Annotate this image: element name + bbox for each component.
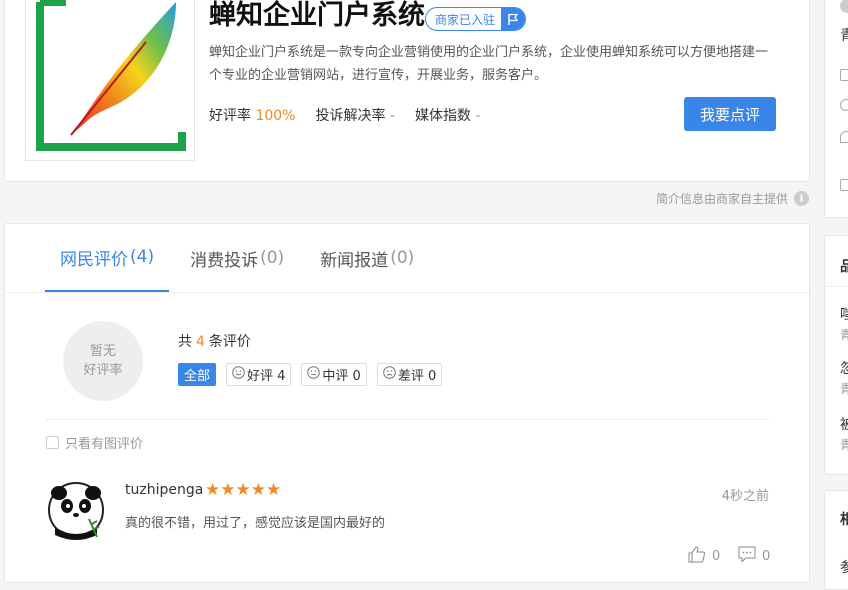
sidebar-products-card: 品 嗤 青 忽 青 被 青: [824, 235, 848, 475]
sidebar-product-item[interactable]: 忽: [840, 358, 848, 378]
company-description: 蝉知企业门户系统是一款专向企业营销使用的企业门户系统，企业使用蝉知系统可以方便地…: [209, 45, 769, 83]
filter-all[interactable]: 全部: [178, 363, 217, 386]
sidebar-related-item[interactable]: 参: [840, 557, 848, 577]
star-icon: ★: [235, 480, 251, 500]
image-only-checkbox[interactable]: [46, 436, 59, 449]
sad-face-icon: [383, 366, 396, 383]
review-filters: 全部 好评 4 中评 0 差评 0: [178, 363, 443, 386]
sidebar-product-item[interactable]: 被: [840, 414, 848, 434]
avatar[interactable]: [45, 479, 107, 541]
briefcase-icon: [840, 69, 848, 81]
image-only-filter[interactable]: 只看有图评价: [46, 433, 143, 452]
filter-negative[interactable]: 差评 0: [376, 363, 443, 386]
neutral-face-icon: [307, 366, 321, 383]
info-icon[interactable]: i: [794, 191, 810, 206]
sidebar-card-title: 青: [840, 25, 848, 45]
thumbs-up-icon: [688, 546, 706, 567]
comment-icon: [738, 546, 756, 567]
complaint-rate-stat: 投诉解决率 -: [315, 108, 395, 124]
verified-badge[interactable]: 商家已入驻: [425, 7, 527, 31]
company-stats: 好评率 100% 投诉解决率 - 媒体指数 -: [209, 105, 481, 125]
smile-face-icon: [232, 366, 245, 383]
like-button[interactable]: 0: [688, 546, 720, 567]
review-text: 真的很不错，用过了，感觉应该是国内最好的: [125, 516, 386, 531]
sidebar-products-title: 品: [840, 256, 848, 276]
review-item: tuzhipenga ★★★★★ 4秒之前 真的很不错，用过了，感觉应该是国内最…: [45, 474, 775, 584]
filter-neutral[interactable]: 中评 0: [301, 363, 367, 386]
rating-circle: 暂无 好评率: [63, 321, 143, 401]
tab-user-reviews[interactable]: 网民评价 (4): [45, 224, 170, 292]
sidebar-related-title: 相: [840, 509, 848, 529]
review-username[interactable]: tuzhipenga: [125, 482, 203, 498]
avatar-icon: [840, 0, 848, 13]
tabs-divider: [5, 292, 809, 293]
company-name: 蝉知企业门户系统: [209, 0, 425, 31]
filter-positive[interactable]: 好评 4: [226, 363, 292, 386]
star-icon: ★: [266, 480, 282, 500]
sidebar-company-card: 青: [824, 0, 848, 218]
good-rate-stat: 好评率 100%: [209, 108, 296, 124]
comment-button[interactable]: 0: [738, 546, 770, 567]
company-logo: [25, 0, 195, 161]
verified-badge-label: 商家已入驻: [435, 12, 496, 27]
media-index-stat: 媒体指数 -: [415, 108, 481, 124]
star-icon: ★: [250, 480, 266, 500]
section-divider: [45, 419, 769, 420]
sidebar-divider: [825, 286, 848, 287]
tab-complaints[interactable]: 消费投诉 (0): [175, 224, 299, 292]
company-card: 蝉知企业门户系统 商家已入驻 蝉知企业门户系统是一款专向企业营销使用的企业门户系…: [4, 0, 810, 182]
edit-icon: [840, 179, 848, 191]
review-card: 网民评价 (4) 消费投诉 (0) 新闻报道 (0) 暂无 好评率 共 4 条评价 全部 …: [4, 223, 810, 583]
star-icon: ★: [220, 480, 236, 500]
sidebar-product-item[interactable]: 嗤: [840, 304, 848, 324]
tab-news[interactable]: 新闻报道 (0): [305, 224, 429, 292]
location-icon: [840, 131, 848, 143]
sidebar-related-card: 相 参: [824, 490, 848, 590]
good-rate-value: 100%: [255, 108, 296, 124]
review-time: 4秒之前: [721, 489, 769, 504]
globe-icon: [840, 99, 848, 111]
review-tabs: 网民评价 (4) 消费投诉 (0) 新闻报道 (0): [45, 224, 435, 292]
flag-icon: [501, 8, 526, 30]
rating-stars: ★★★★★: [205, 480, 281, 500]
provided-note: 简介信息由商家自主提供 i: [656, 190, 810, 207]
star-icon: ★: [205, 480, 221, 500]
write-review-button[interactable]: 我要点评: [684, 97, 776, 131]
review-total: 共 4 条评价: [178, 334, 251, 350]
